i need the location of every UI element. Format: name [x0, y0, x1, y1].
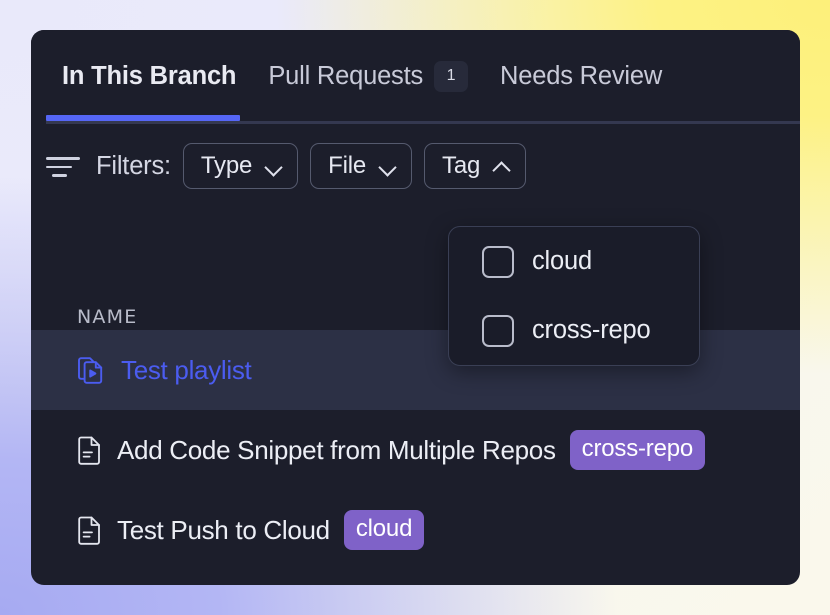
filter-button-file[interactable]: File — [310, 143, 413, 189]
filter-button-tag[interactable]: Tag — [424, 143, 527, 189]
filter-button-label: Type — [200, 152, 253, 179]
app-panel: In This Branch Pull Requests 1 Needs Rev… — [31, 30, 800, 585]
document-icon — [77, 435, 103, 465]
list-item[interactable]: Add Code Snippet from Multiple Repos cro… — [31, 410, 800, 490]
filters-label: Filters: — [96, 151, 171, 180]
tag-badge[interactable]: cloud — [343, 510, 425, 550]
chevron-down-icon — [266, 158, 282, 174]
pull-requests-count-badge: 1 — [434, 60, 469, 92]
item-list: Test playlist Add Code Snippet from Mult… — [31, 330, 800, 570]
list-item-name: Add Code Snippet from Multiple Repos — [117, 434, 556, 465]
filter-button-label: File — [328, 152, 367, 179]
tag-option-cross-repo[interactable]: cross-repo — [449, 296, 699, 365]
tag-option-label: cross-repo — [532, 316, 651, 344]
list-item-name: Test playlist — [121, 354, 252, 385]
tab-label: Needs Review — [500, 61, 663, 90]
filter-icon — [46, 154, 84, 180]
column-header-name: NAME — [77, 306, 138, 328]
tab-divider — [46, 121, 800, 124]
list-item[interactable]: Test Push to Cloud cloud — [31, 490, 800, 570]
tab-bar: In This Branch Pull Requests 1 Needs Rev… — [31, 30, 800, 124]
tag-option-cloud[interactable]: cloud — [449, 227, 699, 296]
playlist-icon — [77, 354, 107, 386]
tab-label: Pull Requests — [268, 61, 424, 90]
checkbox[interactable] — [482, 245, 514, 278]
chevron-up-icon — [494, 158, 510, 174]
active-tab-indicator — [46, 115, 240, 121]
tag-option-label: cloud — [532, 247, 592, 275]
tab-in-this-branch[interactable]: In This Branch — [46, 54, 252, 98]
tab-pull-requests[interactable]: Pull Requests 1 — [252, 54, 484, 98]
tag-badge[interactable]: cross-repo — [569, 430, 706, 470]
filter-button-type[interactable]: Type — [182, 143, 299, 189]
chevron-down-icon — [380, 158, 396, 174]
tab-strip: In This Branch Pull Requests 1 Needs Rev… — [46, 54, 678, 98]
tab-label: In This Branch — [62, 61, 237, 90]
tab-needs-review[interactable]: Needs Review — [484, 54, 678, 98]
list-item-name: Test Push to Cloud — [117, 514, 330, 545]
tag-filter-dropdown: cloud cross-repo — [448, 226, 700, 366]
filters-row: Filters: Type File Tag — [46, 143, 538, 189]
checkbox[interactable] — [482, 314, 514, 347]
document-icon — [77, 515, 103, 545]
filter-button-label: Tag — [442, 152, 481, 179]
